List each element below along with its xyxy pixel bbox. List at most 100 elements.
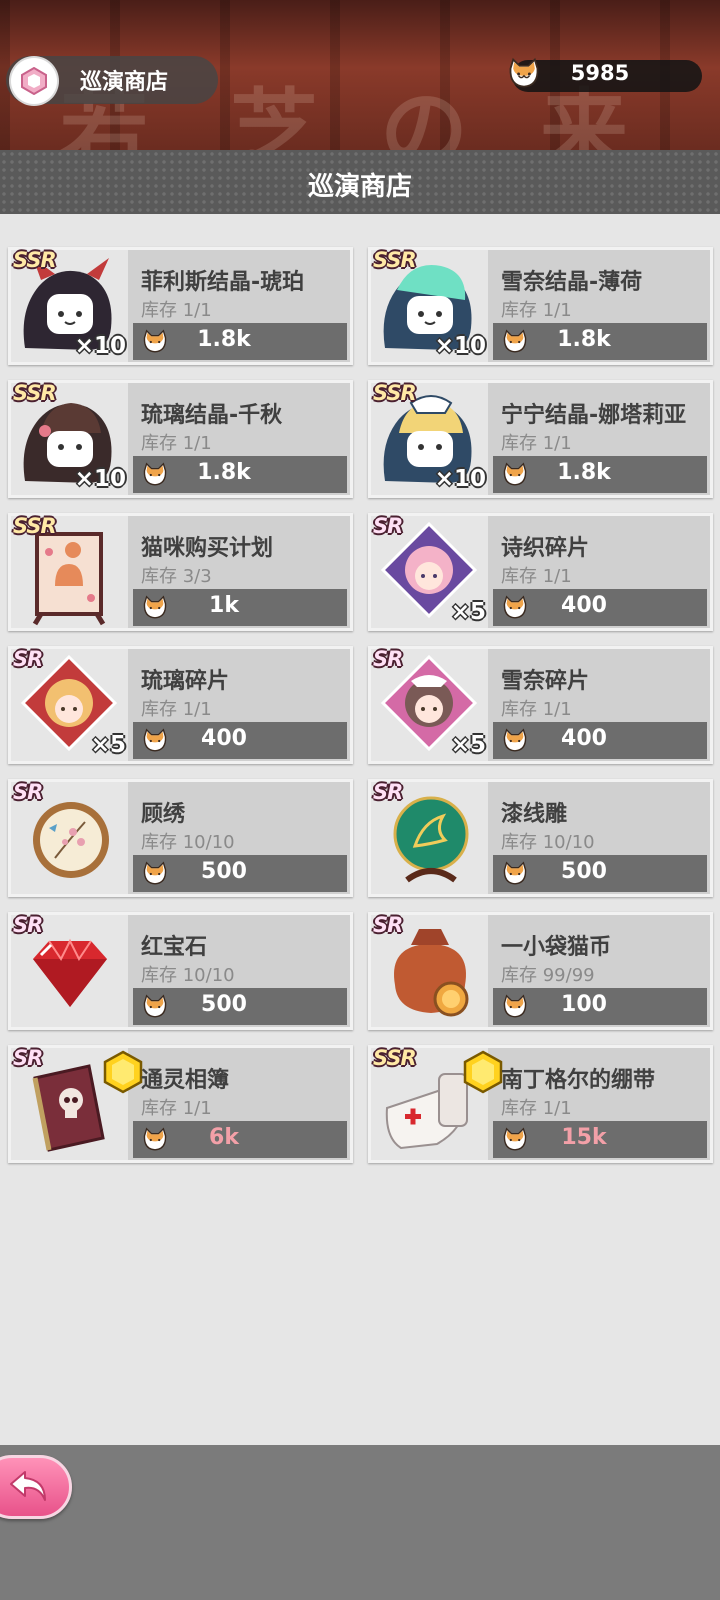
shop-item-card[interactable]: SSR 南丁格尔的绷带 库存 1/1 15k bbox=[368, 1045, 713, 1163]
coin-balance: 5985 bbox=[570, 61, 630, 85]
price-button[interactable]: 500 bbox=[133, 855, 347, 892]
quantity-label: ×10 bbox=[74, 466, 126, 492]
price-button[interactable]: 400 bbox=[133, 722, 347, 759]
shop-item-card[interactable]: SSR 猫咪购买计划 库存 3/3 1k bbox=[8, 513, 353, 631]
banner-glyph: 芝 bbox=[230, 78, 319, 150]
price-button[interactable]: 1.8k bbox=[133, 323, 347, 360]
yukina-fragment-icon: SR ×5 bbox=[371, 647, 488, 761]
rarity-badge: SR bbox=[13, 780, 43, 804]
item-price: 1.8k bbox=[557, 460, 611, 485]
rarity-badge: SSR bbox=[373, 1046, 417, 1070]
item-price: 400 bbox=[561, 726, 607, 751]
item-price: 500 bbox=[201, 859, 247, 884]
shop-item-card[interactable]: SR ×5 雪奈碎片 库存 1/1 400 bbox=[368, 646, 713, 764]
item-stock: 库存 1/1 bbox=[501, 699, 572, 720]
item-name: 通灵相簿 bbox=[141, 1068, 230, 1093]
item-stock: 库存 1/1 bbox=[501, 300, 572, 321]
cat-coin-icon bbox=[503, 595, 527, 619]
shop-item-card[interactable]: SSR ×10 琉璃结晶-千秋 库存 1/1 1.8k bbox=[8, 380, 353, 498]
cat-coin-icon bbox=[503, 329, 527, 353]
lock-gem-icon bbox=[103, 1050, 143, 1094]
shop-item-card[interactable]: SR 一小袋猫币 库存 99/99 100 bbox=[368, 912, 713, 1030]
rarity-badge: SR bbox=[13, 913, 43, 937]
quantity-label: ×5 bbox=[90, 732, 126, 758]
back-arrow-icon bbox=[10, 1471, 46, 1501]
item-stock: 库存 10/10 bbox=[501, 832, 595, 853]
shop-item-card[interactable]: SSR ×10 雪奈结晶-薄荷 库存 1/1 1.8k bbox=[368, 247, 713, 365]
item-price: 1.8k bbox=[197, 327, 251, 352]
item-name: 顾绣 bbox=[141, 802, 186, 827]
price-button[interactable]: 15k bbox=[493, 1121, 707, 1158]
price-button[interactable]: 500 bbox=[133, 988, 347, 1025]
item-name: 红宝石 bbox=[141, 935, 208, 960]
price-button[interactable]: 400 bbox=[493, 589, 707, 626]
item-price: 1.8k bbox=[557, 327, 611, 352]
shop-title: 巡演商店 bbox=[80, 70, 169, 95]
cat-coin-icon bbox=[143, 1127, 167, 1151]
cat-coin-icon bbox=[143, 861, 167, 885]
rarity-badge: SSR bbox=[13, 381, 57, 405]
ruby-icon: SR bbox=[11, 913, 128, 1027]
price-button[interactable]: 1.8k bbox=[133, 456, 347, 493]
item-name: 漆线雕 bbox=[501, 802, 568, 827]
item-name: 琉璃结晶-千秋 bbox=[141, 403, 283, 428]
shop-item-card[interactable]: SSR ×10 宁宁结晶-娜塔莉亚 库存 1/1 1.8k bbox=[368, 380, 713, 498]
item-name: 菲利斯结晶-琥珀 bbox=[141, 270, 305, 295]
cat-coin-icon bbox=[503, 462, 527, 486]
cat-signboard-icon: SSR bbox=[11, 514, 128, 628]
shiori-fragment-icon: SR ×5 bbox=[371, 514, 488, 628]
item-name: 琉璃碎片 bbox=[141, 669, 230, 694]
section-title: 巡演商店 bbox=[307, 172, 412, 202]
rarity-badge: SR bbox=[373, 913, 403, 937]
rarity-badge: SR bbox=[13, 647, 43, 671]
rarity-badge: SSR bbox=[373, 248, 417, 272]
price-button[interactable]: 1k bbox=[133, 589, 347, 626]
rarity-badge: SR bbox=[373, 514, 403, 538]
price-button[interactable]: 500 bbox=[493, 855, 707, 892]
quantity-label: ×5 bbox=[450, 732, 486, 758]
lacquer-plate-icon: SR bbox=[371, 780, 488, 894]
item-name: 诗织碎片 bbox=[501, 536, 590, 561]
mint-crystal-icon: SSR ×10 bbox=[371, 248, 488, 362]
cat-coin-icon bbox=[503, 861, 527, 885]
natalia-crystal-icon: SSR ×10 bbox=[371, 381, 488, 495]
item-stock: 库存 1/1 bbox=[141, 300, 212, 321]
shop-item-card[interactable]: SR 红宝石 库存 10/10 500 bbox=[8, 912, 353, 1030]
cat-coin-icon bbox=[503, 1127, 527, 1151]
item-stock: 库存 3/3 bbox=[141, 566, 212, 587]
cat-coin-icon bbox=[503, 728, 527, 752]
item-name: 雪奈碎片 bbox=[501, 669, 590, 694]
shop-item-card[interactable]: SR ×5 琉璃碎片 库存 1/1 400 bbox=[8, 646, 353, 764]
rarity-badge: SR bbox=[13, 1046, 43, 1070]
item-name: 猫咪购买计划 bbox=[141, 536, 274, 561]
cat-coin-icon bbox=[143, 994, 167, 1018]
amber-crystal-icon: SSR ×10 bbox=[11, 248, 128, 362]
item-stock: 库存 1/1 bbox=[141, 1098, 212, 1119]
shop-item-card[interactable]: SR 顾绣 库存 10/10 500 bbox=[8, 779, 353, 897]
rarity-badge: SR bbox=[373, 780, 403, 804]
item-price: 100 bbox=[561, 992, 607, 1017]
spirit-album-icon: SR bbox=[11, 1046, 143, 1160]
item-stock: 库存 1/1 bbox=[141, 433, 212, 454]
price-button[interactable]: 1.8k bbox=[493, 456, 707, 493]
chiaki-crystal-icon: SSR ×10 bbox=[11, 381, 128, 495]
price-button[interactable]: 400 bbox=[493, 722, 707, 759]
shop-item-card[interactable]: SR 通灵相簿 库存 1/1 6k bbox=[8, 1045, 353, 1163]
item-price: 15k bbox=[561, 1125, 607, 1150]
item-stock: 库存 1/1 bbox=[501, 1098, 572, 1119]
banner-glyph: の bbox=[380, 78, 469, 150]
shop-item-card[interactable]: SR 漆线雕 库存 10/10 500 bbox=[368, 779, 713, 897]
shop-item-card[interactable]: SSR ×10 菲利斯结晶-琥珀 库存 1/1 1.8k bbox=[8, 247, 353, 365]
shop-item-card[interactable]: SR ×5 诗织碎片 库存 1/1 400 bbox=[368, 513, 713, 631]
item-price: 400 bbox=[561, 593, 607, 618]
back-button[interactable] bbox=[0, 1455, 72, 1519]
item-name: 宁宁结晶-娜塔莉亚 bbox=[501, 403, 687, 428]
cat-coin-icon bbox=[143, 728, 167, 752]
price-button[interactable]: 100 bbox=[493, 988, 707, 1025]
item-stock: 库存 1/1 bbox=[141, 699, 212, 720]
price-button[interactable]: 1.8k bbox=[493, 323, 707, 360]
item-price: 500 bbox=[561, 859, 607, 884]
price-button[interactable]: 6k bbox=[133, 1121, 347, 1158]
item-price: 1.8k bbox=[197, 460, 251, 485]
coin-bag-icon: SR bbox=[371, 913, 488, 1027]
